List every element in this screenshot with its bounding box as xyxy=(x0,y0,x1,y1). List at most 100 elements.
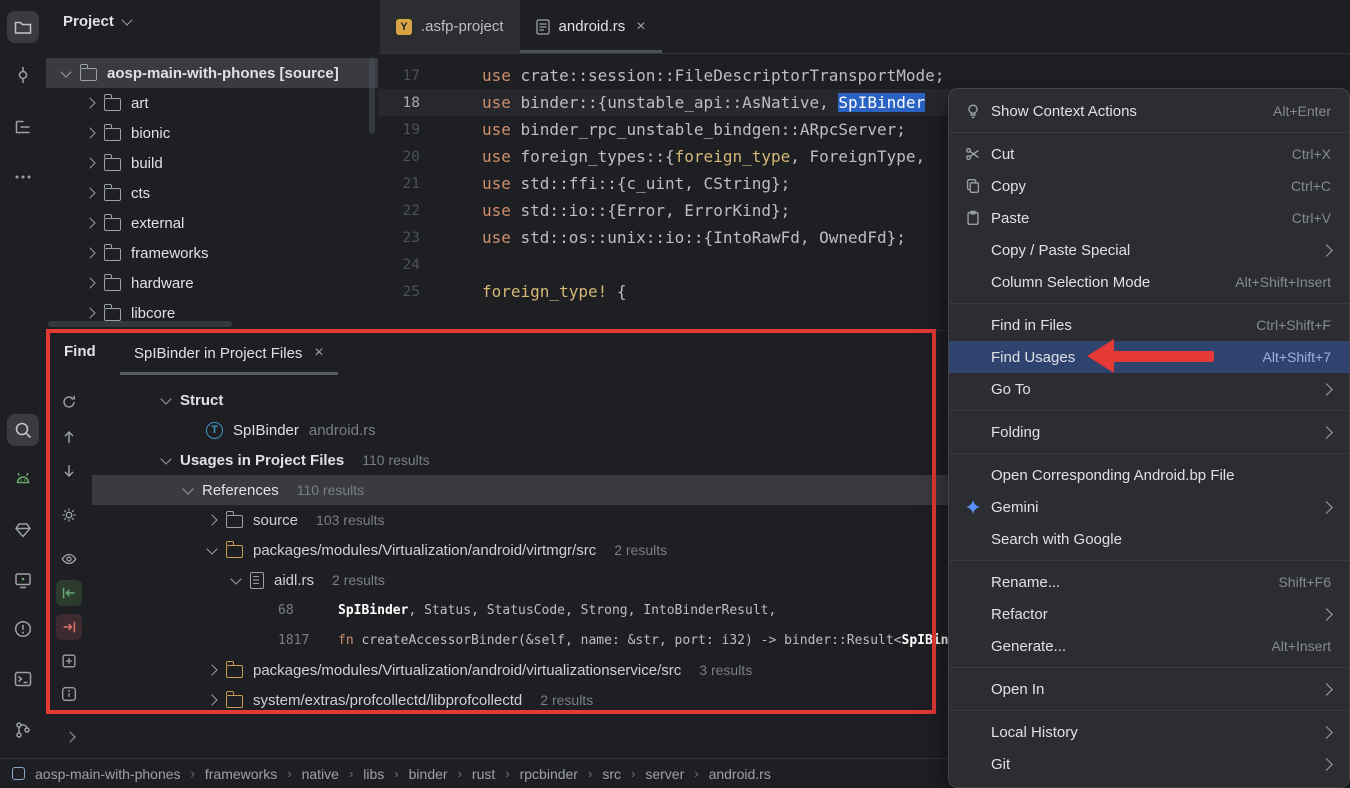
search-tool-button[interactable] xyxy=(7,414,39,446)
directory-label: source xyxy=(253,512,298,529)
breadcrumb-item[interactable]: native xyxy=(302,766,339,782)
menu-item-find-in-files[interactable]: Find in Files Ctrl+Shift+F xyxy=(949,309,1349,341)
project-tree-item[interactable]: external xyxy=(46,208,378,238)
breadcrumb-item[interactable]: rpcbinder xyxy=(520,766,578,782)
move-up-icon[interactable] xyxy=(56,424,82,450)
project-tree-item[interactable]: art xyxy=(46,88,378,118)
chevron-right-icon[interactable] xyxy=(84,277,95,288)
chevron-right-icon[interactable] xyxy=(84,217,95,228)
problems-icon xyxy=(13,619,33,639)
chevron-right-icon[interactable] xyxy=(84,247,95,258)
autoscroll-from-source-icon[interactable] xyxy=(56,614,82,640)
menu-item-search-with-google[interactable]: Search with Google xyxy=(949,523,1349,555)
info-icon[interactable] xyxy=(56,681,82,707)
terminal-tool-button[interactable] xyxy=(7,663,39,695)
chevron-right-icon[interactable] xyxy=(206,694,217,705)
settings-icon[interactable] xyxy=(56,502,82,528)
chevron-down-icon[interactable] xyxy=(182,483,193,494)
running-devices-button[interactable] xyxy=(7,564,39,596)
chevron-right-icon[interactable] xyxy=(84,127,95,138)
menu-item-paste[interactable]: Paste Ctrl+V xyxy=(949,202,1349,234)
project-tree-item[interactable]: bionic xyxy=(46,118,378,148)
breadcrumb-item[interactable]: rust xyxy=(472,766,495,782)
project-tool-button[interactable] xyxy=(7,11,39,43)
menu-item-cut[interactable]: Cut Ctrl+X xyxy=(949,138,1349,170)
open-in-new-tab-icon[interactable] xyxy=(56,648,82,674)
breadcrumb-separator: › xyxy=(588,766,592,781)
menu-item-open-corresponding-android-bp[interactable]: Open Corresponding Android.bp File xyxy=(949,459,1349,491)
breadcrumb-item[interactable]: android.rs xyxy=(709,766,771,782)
menu-item-refactor[interactable]: Refactor xyxy=(949,598,1349,630)
line-number: 23 xyxy=(378,230,420,246)
chevron-down-icon[interactable] xyxy=(230,573,241,584)
preview-icon[interactable] xyxy=(56,546,82,572)
find-panel-title: Find xyxy=(64,343,96,360)
menu-item-open-in[interactable]: Open In xyxy=(949,673,1349,705)
result-count: 110 results xyxy=(297,482,364,498)
chevron-down-icon[interactable] xyxy=(206,543,217,554)
menu-item-rename[interactable]: Rename... Shift+F6 xyxy=(949,566,1349,598)
problems-tool-button[interactable] xyxy=(7,613,39,645)
menu-item-generate[interactable]: Generate... Alt+Insert xyxy=(949,630,1349,662)
chevron-down-icon[interactable] xyxy=(160,453,171,464)
breadcrumb-item[interactable]: aosp-main-with-phones xyxy=(35,766,181,782)
menu-item-column-selection-mode[interactable]: Column Selection Mode Alt+Shift+Insert xyxy=(949,266,1349,298)
breadcrumb-item[interactable]: frameworks xyxy=(205,766,277,782)
find-results-tab[interactable]: SpIBinder in Project Files × xyxy=(120,331,338,375)
line-number: 24 xyxy=(378,257,420,273)
folder-icon xyxy=(80,68,97,81)
project-tree-item[interactable]: cts xyxy=(46,178,378,208)
submenu-arrow-icon xyxy=(1320,426,1333,439)
close-icon[interactable]: × xyxy=(636,18,645,36)
version-control-button[interactable] xyxy=(7,714,39,746)
project-tree-item[interactable]: hardware xyxy=(46,268,378,298)
editor-tab-bar: Y .asfp-project android.rs × xyxy=(378,0,1350,54)
asfp-file-icon: Y xyxy=(396,19,412,35)
move-down-icon[interactable] xyxy=(56,458,82,484)
insights-tool-button[interactable] xyxy=(7,514,39,546)
structure-icon xyxy=(13,117,33,137)
project-tree-item[interactable]: frameworks xyxy=(46,238,378,268)
breadcrumb-item[interactable]: server xyxy=(645,766,684,782)
menu-item-find-usages[interactable]: Find Usages Alt+Shift+7 xyxy=(949,341,1349,373)
chevron-down-icon[interactable] xyxy=(160,393,171,404)
menu-item-git[interactable]: Git xyxy=(949,748,1349,780)
menu-item-copy-paste-special[interactable]: Copy / Paste Special xyxy=(949,234,1349,266)
refresh-icon[interactable] xyxy=(56,389,82,415)
chevron-right-icon[interactable] xyxy=(206,664,217,675)
commit-tool-button[interactable] xyxy=(7,59,39,91)
submenu-arrow-icon xyxy=(1320,244,1333,257)
autoscroll-to-source-icon[interactable] xyxy=(56,580,82,606)
chevron-down-icon[interactable] xyxy=(60,66,71,77)
code-line[interactable]: 17use crate::session::FileDescriptorTran… xyxy=(378,62,1350,89)
tab-asfp-project[interactable]: Y .asfp-project xyxy=(380,0,520,53)
breadcrumb-item[interactable]: src xyxy=(602,766,621,782)
project-tree-root[interactable]: aosp-main-with-phones [source] xyxy=(46,58,378,88)
project-panel-header[interactable]: Project xyxy=(46,0,378,42)
breadcrumb-item[interactable]: libs xyxy=(363,766,384,782)
menu-item-go-to[interactable]: Go To xyxy=(949,373,1349,405)
menu-item-gemini[interactable]: Gemini xyxy=(949,491,1349,523)
close-icon[interactable]: × xyxy=(314,344,323,362)
project-tree-item[interactable]: build xyxy=(46,148,378,178)
menu-item-show-context-actions[interactable]: Show Context Actions Alt+Enter xyxy=(949,95,1349,127)
horizontal-scrollbar[interactable] xyxy=(48,321,232,327)
chevron-right-icon[interactable] xyxy=(206,514,217,525)
tab-android-rs[interactable]: android.rs × xyxy=(520,0,662,53)
chevron-right-icon[interactable] xyxy=(84,97,95,108)
more-icon xyxy=(13,167,33,187)
struct-name: SpIBinder xyxy=(233,422,299,439)
menu-item-local-history[interactable]: Local History xyxy=(949,716,1349,748)
chevron-right-icon[interactable] xyxy=(64,731,75,742)
menu-item-folding[interactable]: Folding xyxy=(949,416,1349,448)
device-manager-button[interactable] xyxy=(7,463,39,495)
more-tools-button[interactable] xyxy=(7,161,39,193)
chevron-right-icon[interactable] xyxy=(84,307,95,318)
breadcrumb-item[interactable]: binder xyxy=(409,766,448,782)
structure-tool-button[interactable] xyxy=(7,111,39,143)
chevron-right-icon[interactable] xyxy=(84,157,95,168)
project-panel: Project aosp-main-with-phones [source] a… xyxy=(46,0,379,330)
vertical-scrollbar[interactable] xyxy=(369,58,375,134)
chevron-right-icon[interactable] xyxy=(84,187,95,198)
menu-item-copy[interactable]: Copy Ctrl+C xyxy=(949,170,1349,202)
